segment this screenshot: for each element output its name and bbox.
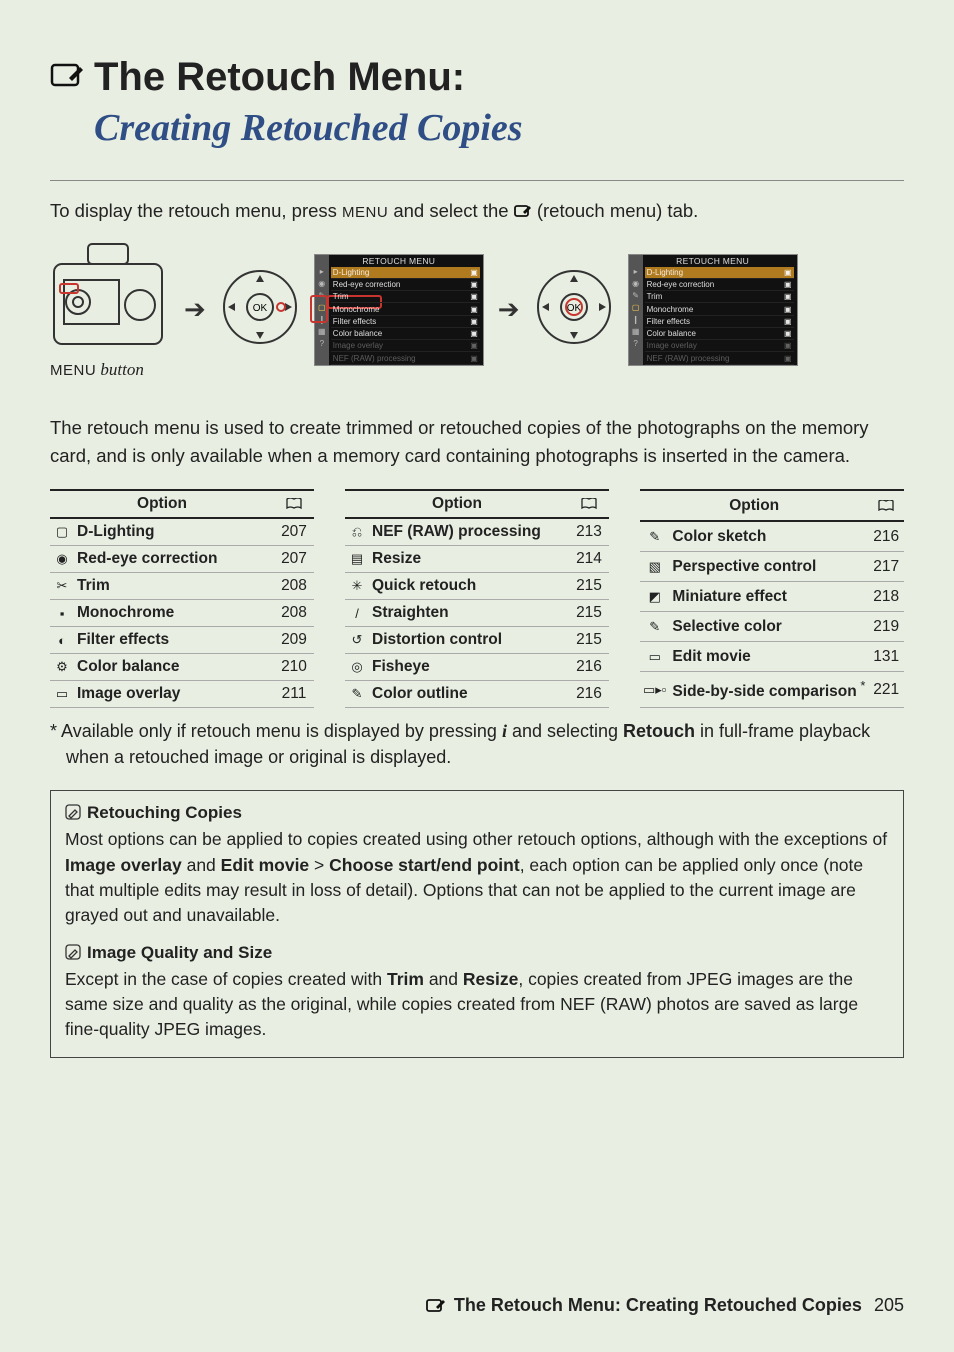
step-diagram: MENU button ➔ OK RETOUCH MENU ▸◉✎▢❙▦? D-… — [50, 240, 904, 380]
options-tables: Option▢D-Lighting207◉Red-eye correction2… — [50, 489, 904, 708]
footnote: * Available only if retouch menu is disp… — [50, 718, 904, 770]
camera-back-illustration: MENU button — [50, 240, 170, 380]
highlight-callout — [310, 295, 328, 323]
multi-selector-illustration: OK — [220, 267, 300, 352]
menu-screenshot-2: RETOUCH MENU ▸◉✎▢❙▦? D-Lighting▣Red-eye … — [628, 254, 798, 366]
options-table-3: Option✎Color sketch216▧Perspective contr… — [640, 489, 904, 708]
page-title: The Retouch Menu: — [94, 55, 465, 100]
arrow-icon: ➔ — [184, 294, 206, 325]
note-box-retouching: Retouching Copies Most options can be ap… — [50, 790, 904, 1058]
pencil-icon — [65, 944, 81, 960]
svg-text:OK: OK — [253, 303, 268, 314]
page-footer: The Retouch Menu: Creating Retouched Cop… — [426, 1295, 904, 1316]
menu-screenshot-1: RETOUCH MENU ▸◉✎▢❙▦? D-Lighting▣Red-eye … — [314, 254, 484, 366]
body-text: The retouch menu is used to create trimm… — [50, 414, 904, 471]
retouch-menu-icon — [50, 59, 86, 91]
retouch-tab-icon — [514, 199, 532, 215]
intro-text: To display the retouch menu, press MENU … — [50, 197, 904, 226]
page-subtitle: Creating Retouched Copies — [94, 106, 904, 150]
menu-glyph: MENU — [342, 204, 388, 221]
options-table-2: Option⎌NEF (RAW) processing213▤Resize214… — [345, 489, 609, 708]
multi-selector-illustration: OK — [534, 267, 614, 352]
options-table-1: Option▢D-Lighting207◉Red-eye correction2… — [50, 489, 314, 708]
arrow-icon: ➔ — [498, 294, 520, 325]
page-number: 205 — [874, 1295, 904, 1316]
footer-text: The Retouch Menu: Creating Retouched Cop… — [454, 1295, 862, 1316]
menu-button-caption: MENU button — [50, 360, 170, 380]
pencil-icon — [65, 804, 81, 820]
divider — [50, 180, 904, 181]
retouch-menu-icon — [426, 1297, 446, 1315]
